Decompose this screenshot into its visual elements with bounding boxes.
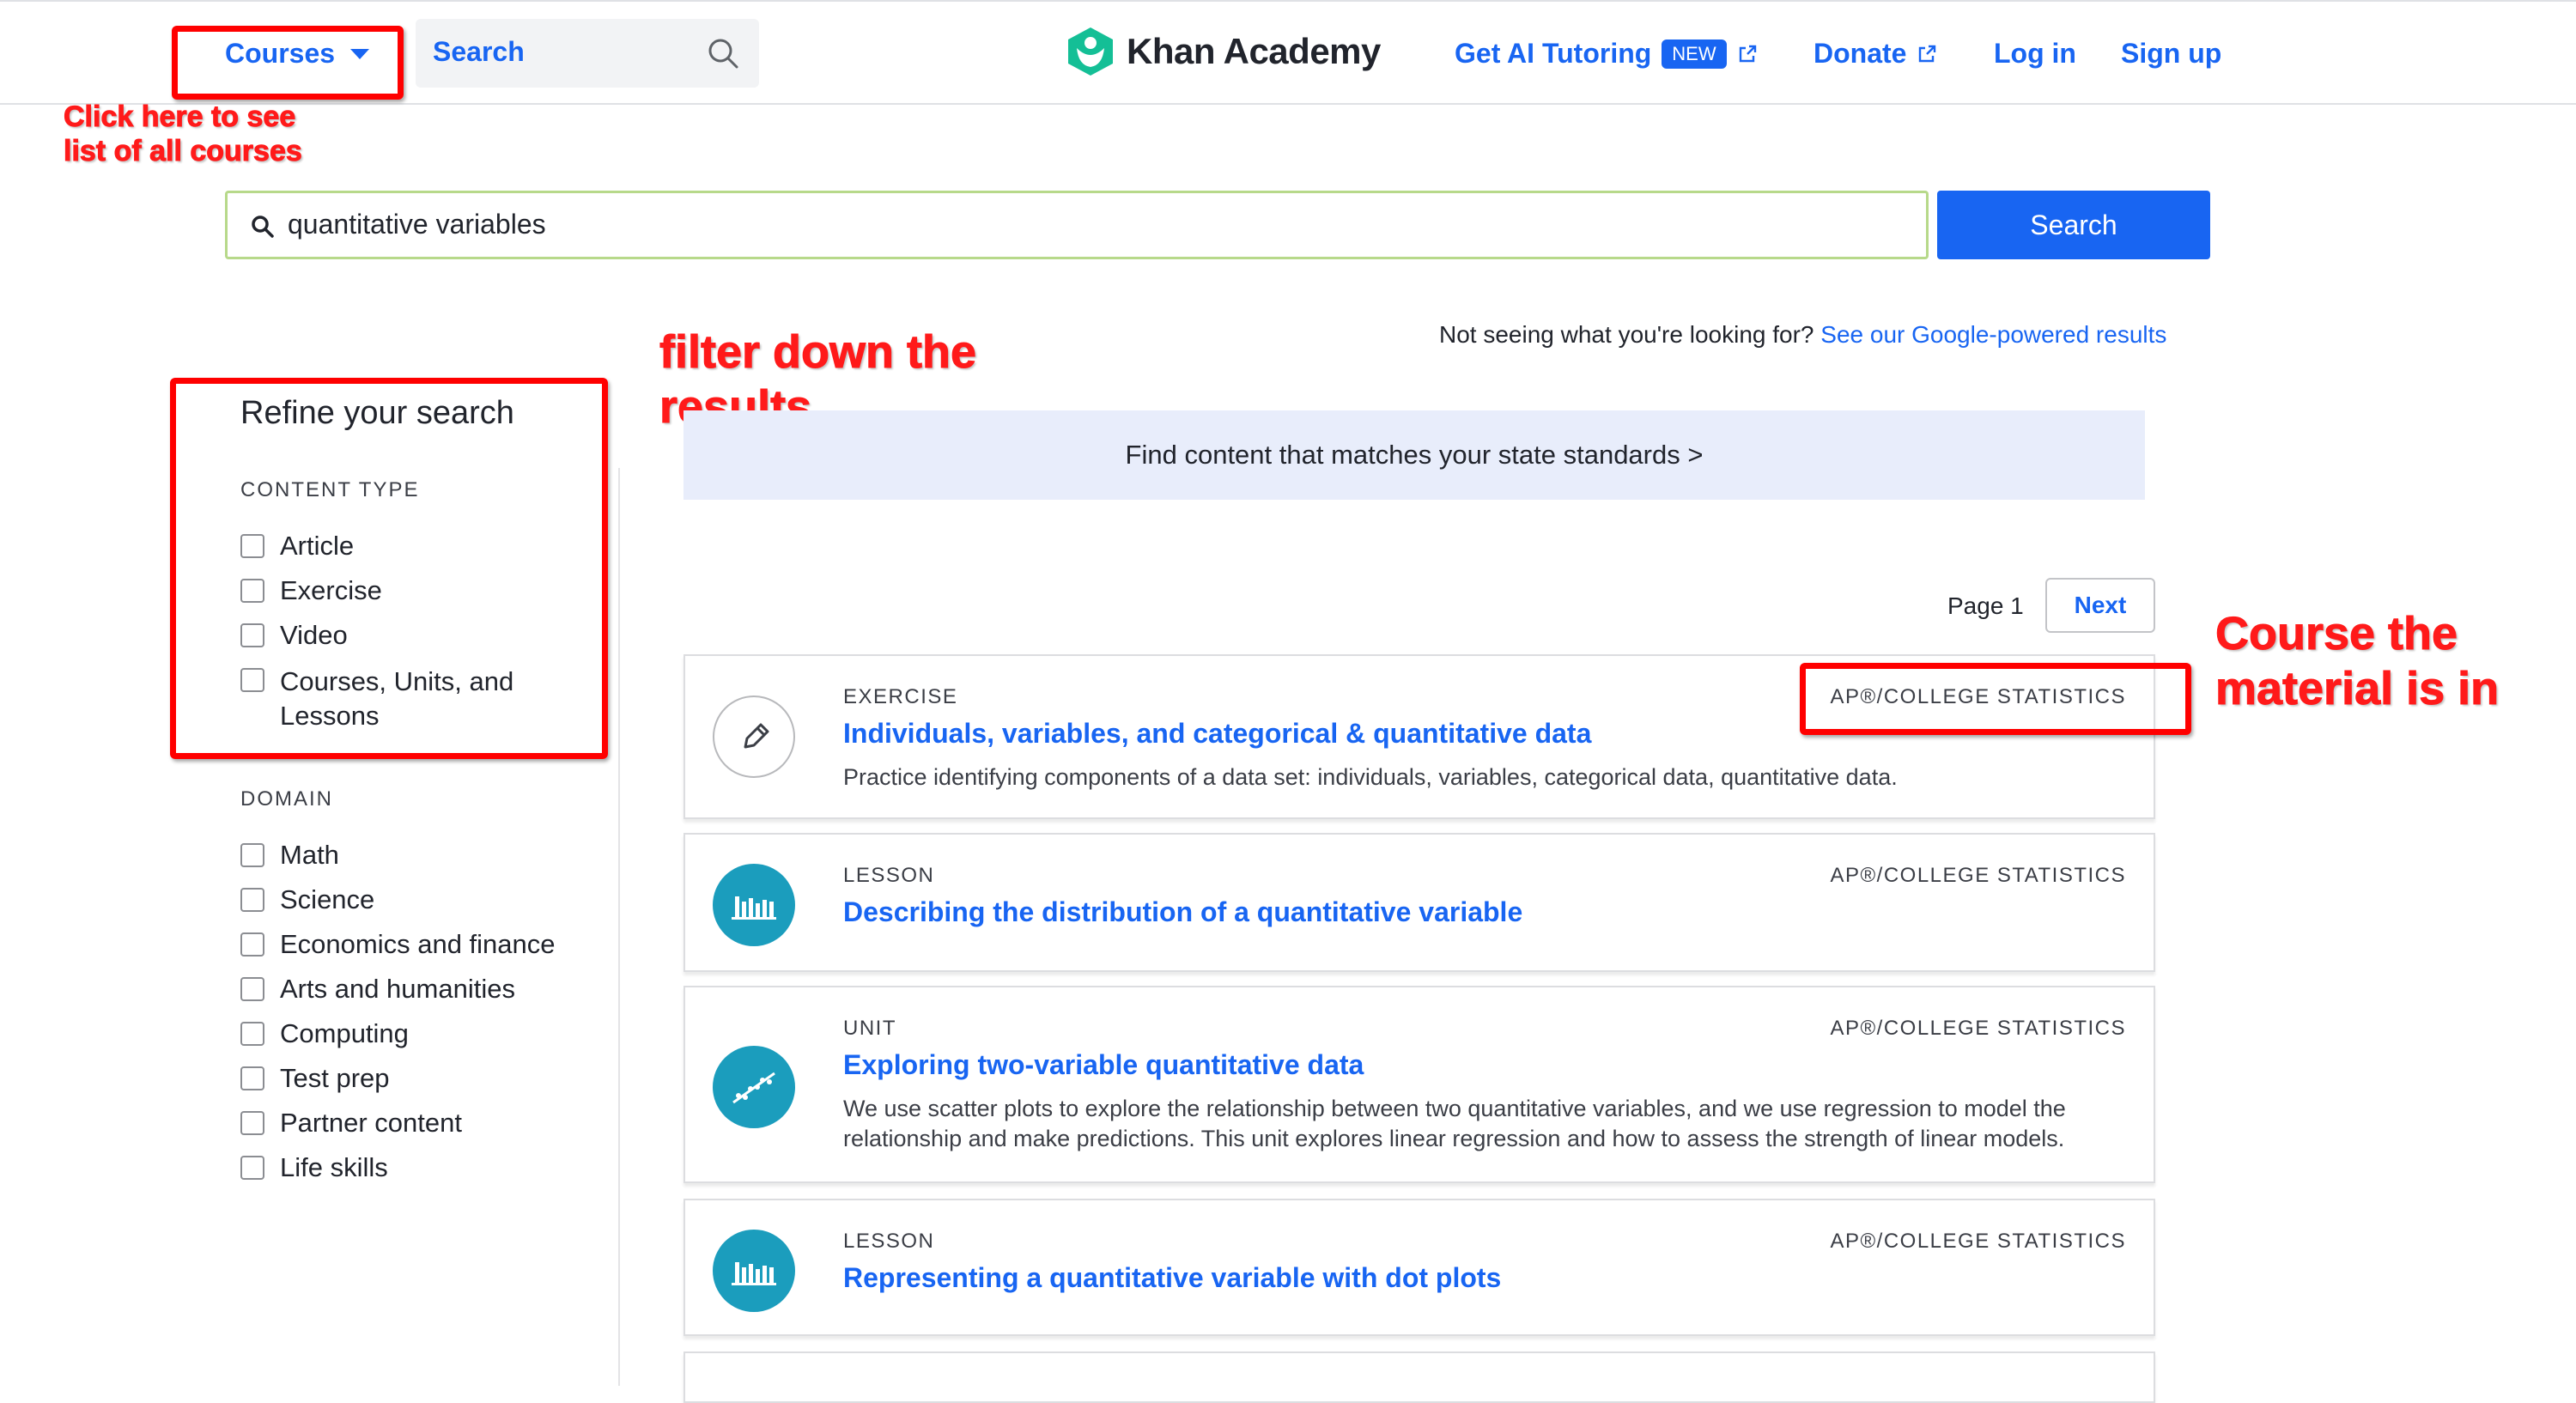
checkbox[interactable] bbox=[240, 888, 264, 912]
result-type: LESSON bbox=[843, 1230, 935, 1253]
result-description: Practice identifying components of a dat… bbox=[843, 764, 1898, 790]
checkbox[interactable] bbox=[240, 1111, 264, 1135]
google-results-link[interactable]: See our Google-powered results bbox=[1820, 321, 2166, 348]
courses-annotation: Click here to see list of all courses bbox=[64, 100, 303, 168]
filter-highlight-box bbox=[170, 378, 608, 759]
result-course: AP®/COLLEGE STATISTICS bbox=[1830, 1230, 2126, 1253]
result-card[interactable]: LESSON AP®/COLLEGE STATISTICS Representi… bbox=[683, 1199, 2155, 1336]
search-input[interactable]: quantitative variables bbox=[225, 191, 1929, 259]
checkbox[interactable] bbox=[240, 932, 264, 957]
logo-text: Khan Academy bbox=[1127, 31, 1381, 71]
donate-link[interactable]: Donate bbox=[1814, 38, 1937, 70]
filter-life-skills[interactable]: Life skills bbox=[240, 1152, 388, 1183]
checkbox[interactable] bbox=[240, 843, 264, 867]
search-button[interactable]: Search bbox=[1937, 191, 2210, 259]
result-type: EXERCISE bbox=[843, 685, 958, 708]
pencil-icon bbox=[713, 695, 795, 778]
filter-science[interactable]: Science bbox=[240, 884, 374, 915]
result-description: We use scatter plots to explore the rela… bbox=[843, 1096, 2066, 1151]
checkbox[interactable] bbox=[240, 1156, 264, 1180]
result-card[interactable]: UNIT AP®/COLLEGE STATISTICS Exploring tw… bbox=[683, 986, 2155, 1183]
ai-tutoring-link[interactable]: Get AI Tutoring NEW bbox=[1455, 38, 1758, 70]
checkbox[interactable] bbox=[240, 977, 264, 1001]
annotation-text: Click here to see bbox=[64, 100, 296, 134]
scatter-plot-glyph bbox=[732, 1072, 775, 1104]
result-title-link[interactable]: Describing the distribution of a quantit… bbox=[843, 896, 1522, 928]
bar-chart-glyph bbox=[732, 1262, 776, 1285]
result-card-partial[interactable] bbox=[683, 1351, 2155, 1403]
logo-hexagon-icon bbox=[1068, 27, 1113, 76]
bar-chart-glyph bbox=[732, 896, 776, 920]
checkbox[interactable] bbox=[240, 1022, 264, 1046]
ai-tutoring-label: Get AI Tutoring bbox=[1455, 38, 1652, 69]
annotation-text: Course the bbox=[2215, 608, 2458, 660]
filter-label: Computing bbox=[280, 1018, 409, 1048]
course-annotation: Course the material is in bbox=[2215, 606, 2499, 716]
filter-label: Arts and humanities bbox=[280, 974, 515, 1004]
filter-label: Life skills bbox=[280, 1152, 388, 1182]
filter-label: Science bbox=[280, 884, 375, 914]
pencil-icon-glyph bbox=[744, 723, 769, 749]
signup-link[interactable]: Sign up bbox=[2121, 38, 2221, 70]
filter-arts[interactable]: Arts and humanities bbox=[240, 974, 515, 1005]
domain-heading: DOMAIN bbox=[240, 787, 333, 811]
filter-label: Economics and finance bbox=[280, 929, 556, 959]
external-link-icon bbox=[1919, 45, 1936, 62]
bar-chart-icon bbox=[713, 1230, 795, 1312]
filter-partner-content[interactable]: Partner content bbox=[240, 1108, 462, 1139]
next-page-button[interactable]: Next bbox=[2045, 578, 2155, 633]
annotation-text: material is in bbox=[2215, 663, 2500, 715]
search-icon bbox=[708, 39, 738, 69]
result-course: AP®/COLLEGE STATISTICS bbox=[1830, 1017, 2126, 1040]
search-icon bbox=[252, 216, 274, 238]
result-type: UNIT bbox=[843, 1017, 896, 1040]
new-badge: NEW bbox=[1662, 39, 1727, 69]
courses-highlight-box bbox=[172, 26, 404, 100]
filter-label: Test prep bbox=[280, 1063, 390, 1093]
not-seeing-text: Not seeing what you're looking for? See … bbox=[1439, 321, 2166, 349]
not-seeing-label: Not seeing what you're looking for? bbox=[1439, 321, 1814, 348]
page-indicator: Page 1 bbox=[1947, 592, 2024, 619]
result-type: LESSON bbox=[843, 864, 935, 887]
result-title-link[interactable]: Representing a quantitative variable wit… bbox=[843, 1262, 1501, 1294]
filter-test-prep[interactable]: Test prep bbox=[240, 1063, 390, 1094]
filter-label: Partner content bbox=[280, 1108, 462, 1138]
nav-search-box[interactable]: Search bbox=[416, 19, 759, 88]
khan-academy-logo[interactable]: Khan Academy bbox=[1066, 26, 1381, 77]
nav-search-label: Search bbox=[433, 36, 525, 67]
sidebar-divider bbox=[618, 468, 620, 1386]
annotation-text: filter down the bbox=[659, 326, 977, 379]
filter-label: Math bbox=[280, 840, 339, 870]
search-query-text: quantitative variables bbox=[288, 209, 546, 240]
result-title-link[interactable]: Exploring two-variable quantitative data bbox=[843, 1049, 1364, 1081]
external-link-icon bbox=[1739, 45, 1756, 62]
result-course: AP®/COLLEGE STATISTICS bbox=[1830, 864, 2126, 887]
checkbox[interactable] bbox=[240, 1066, 264, 1090]
filter-math[interactable]: Math bbox=[240, 840, 339, 871]
filter-economics[interactable]: Economics and finance bbox=[240, 929, 556, 960]
scatter-plot-icon bbox=[713, 1046, 795, 1128]
donate-label: Donate bbox=[1814, 38, 1907, 69]
annotation-text: list of all courses bbox=[64, 135, 303, 168]
login-link[interactable]: Log in bbox=[1994, 38, 2076, 70]
course-highlight-box bbox=[1800, 663, 2191, 735]
state-standards-banner[interactable]: Find content that matches your state sta… bbox=[683, 410, 2145, 500]
result-title-link[interactable]: Individuals, variables, and categorical … bbox=[843, 718, 1591, 750]
bar-chart-icon bbox=[713, 864, 795, 946]
filter-computing[interactable]: Computing bbox=[240, 1018, 409, 1049]
result-card[interactable]: LESSON AP®/COLLEGE STATISTICS Describing… bbox=[683, 833, 2155, 972]
